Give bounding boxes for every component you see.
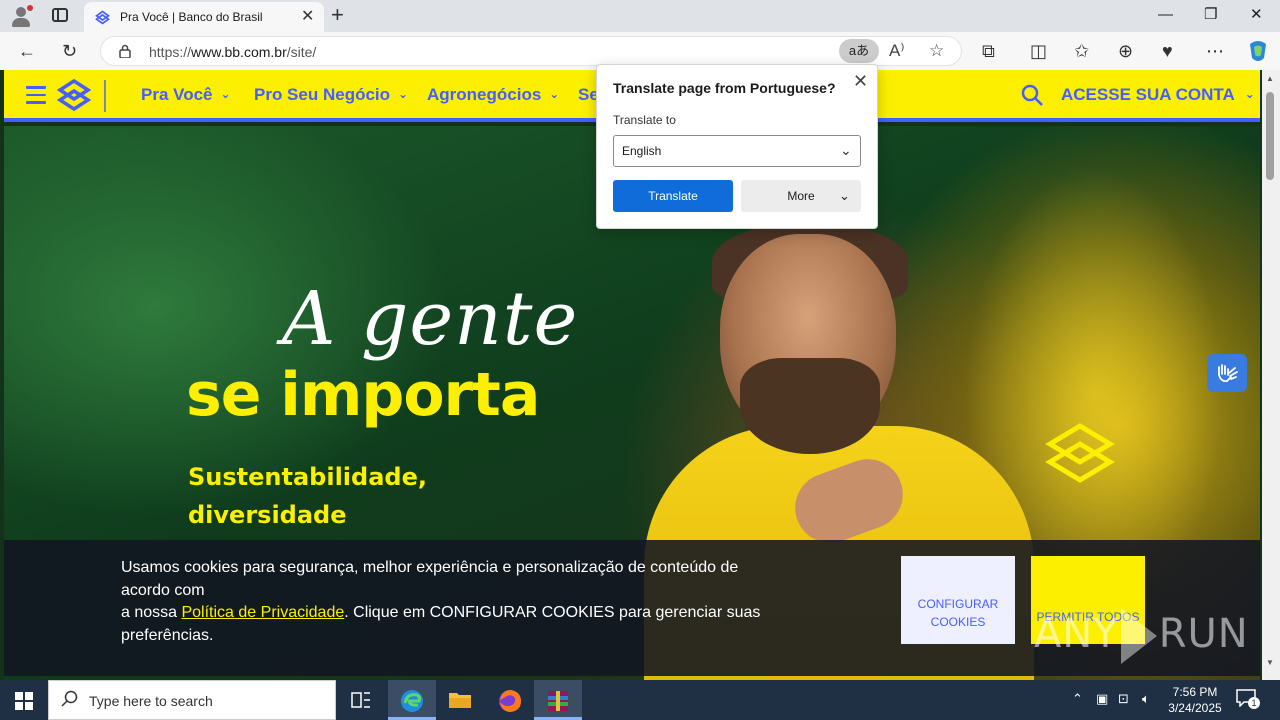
extensions-icon[interactable]: ⧉ xyxy=(982,40,995,62)
read-aloud-icon[interactable]: A⁾ xyxy=(889,41,905,61)
winrar-icon[interactable] xyxy=(534,680,582,720)
close-icon[interactable]: ✕ xyxy=(853,71,868,92)
taskbar-search-input[interactable]: Type here to search xyxy=(48,680,336,720)
cookie-message: Usamos cookies para segurança, melhor ex… xyxy=(121,559,761,644)
chevron-down-icon: ⌄ xyxy=(1244,87,1255,101)
browser-tab[interactable]: Pra Você | Banco do Brasil ✕ xyxy=(84,2,324,32)
edge-taskbar-icon[interactable] xyxy=(388,680,436,720)
notification-count-badge: 1 xyxy=(1248,697,1260,709)
favorite-star-icon[interactable]: ☆ xyxy=(929,41,944,61)
refresh-icon[interactable]: ↻ xyxy=(62,40,77,62)
scrollbar-thumb[interactable] xyxy=(1266,92,1274,180)
translate-icon[interactable]: aあ xyxy=(839,39,879,63)
sign-language-hands-icon xyxy=(1218,364,1238,383)
translate-popup-title: Translate page from Portuguese? xyxy=(613,80,836,96)
play-icon xyxy=(1120,608,1157,664)
tray-device-icon[interactable]: ▣ xyxy=(1096,691,1108,707)
url-text: https://www.bb.com.br/site/ xyxy=(149,44,317,60)
address-bar[interactable]: https://www.bb.com.br/site/ aあ A⁾ ☆ xyxy=(100,36,962,66)
minimize-icon[interactable]: — xyxy=(1158,6,1173,24)
hero-subtitle: Sustentabilidade, diversidade xyxy=(188,463,427,529)
copilot-icon[interactable] xyxy=(1246,40,1270,62)
hero-script-text: A gente xyxy=(282,276,579,362)
tab-title: Pra Você | Banco do Brasil xyxy=(120,10,263,24)
network-icon[interactable]: ⊡ xyxy=(1118,691,1129,707)
translate-to-label: Translate to xyxy=(613,113,676,127)
translate-button[interactable]: Translate xyxy=(613,180,733,212)
configure-cookies-button[interactable]: CONFIGURAR COOKIES xyxy=(901,556,1015,644)
notifications-icon[interactable]: 1 xyxy=(1236,689,1260,711)
tab-actions-icon[interactable] xyxy=(52,8,68,22)
profile-icon[interactable] xyxy=(10,5,33,27)
bb-favicon-icon xyxy=(95,10,110,25)
settings-more-icon[interactable]: ⋯ xyxy=(1206,40,1224,62)
access-account-button[interactable]: ACESSE SUA CONTA ⌄ xyxy=(1061,85,1255,105)
nav-pro-seu-negocio[interactable]: Pro Seu Negócio ⌄ xyxy=(254,85,408,105)
window-close-icon[interactable]: ✕ xyxy=(1250,6,1263,24)
start-button[interactable] xyxy=(0,680,48,720)
accessibility-libras-button[interactable] xyxy=(1207,354,1247,392)
chevron-down-icon: ⌄ xyxy=(398,87,409,101)
scroll-down-icon[interactable]: ▼ xyxy=(1266,658,1274,667)
chevron-down-icon: ⌄ xyxy=(840,142,852,158)
chevron-down-icon: ⌄ xyxy=(839,188,850,203)
search-icon xyxy=(61,690,78,707)
taskbar-clock[interactable]: 7:56 PM 3/24/2025 xyxy=(1164,684,1226,716)
split-screen-icon[interactable]: ◫ xyxy=(1030,40,1047,62)
menu-icon[interactable] xyxy=(26,86,46,104)
task-view-icon[interactable] xyxy=(338,680,386,720)
restore-icon[interactable]: ❐ xyxy=(1204,6,1217,24)
search-icon[interactable] xyxy=(1020,83,1044,107)
favorites-icon[interactable]: ✩ xyxy=(1074,40,1089,62)
new-tab-icon[interactable]: + xyxy=(331,3,344,27)
nav-divider xyxy=(104,80,106,112)
privacy-policy-link[interactable]: Política de Privacidade xyxy=(181,604,344,621)
collections-icon[interactable]: ⊕ xyxy=(1118,40,1133,62)
tab-close-icon[interactable]: ✕ xyxy=(301,8,314,26)
nav-pra-voce[interactable]: Pra Você ⌄ xyxy=(141,85,231,105)
volume-icon[interactable]: 🔈︎ xyxy=(1142,691,1150,707)
hero-headline: se importa xyxy=(186,360,540,430)
performance-icon[interactable]: ♥ xyxy=(1162,40,1173,62)
tray-chevron-up-icon[interactable]: ⌃ xyxy=(1072,691,1083,707)
tab-strip: Pra Você | Banco do Brasil ✕ + — ❐ ✕ xyxy=(0,0,1280,32)
target-language-select[interactable]: English ⌄ xyxy=(613,135,861,167)
windows-taskbar: Type here to search ⌃ ▣ ⊡ 🔈︎ 7:56 PM 3/2… xyxy=(0,680,1280,720)
lock-icon xyxy=(119,44,131,58)
back-icon[interactable]: ← xyxy=(18,40,36,62)
page-scrollbar[interactable]: ▲ ▼ xyxy=(1262,70,1280,680)
banco-do-brasil-logo[interactable] xyxy=(56,78,92,112)
nav-agronegocios[interactable]: Agronegócios ⌄ xyxy=(427,85,559,105)
translate-popup: Translate page from Portuguese? ✕ Transl… xyxy=(596,64,878,229)
chevron-down-icon: ⌄ xyxy=(549,87,560,101)
firefox-icon[interactable] xyxy=(486,680,534,720)
anyrun-watermark: ANY RUN xyxy=(1034,608,1249,664)
scroll-up-icon[interactable]: ▲ xyxy=(1266,74,1274,83)
more-button[interactable]: More ⌄ xyxy=(741,180,861,212)
file-explorer-icon[interactable] xyxy=(436,680,484,720)
chevron-down-icon: ⌄ xyxy=(220,87,231,101)
bb-symbol-image xyxy=(1045,423,1115,483)
